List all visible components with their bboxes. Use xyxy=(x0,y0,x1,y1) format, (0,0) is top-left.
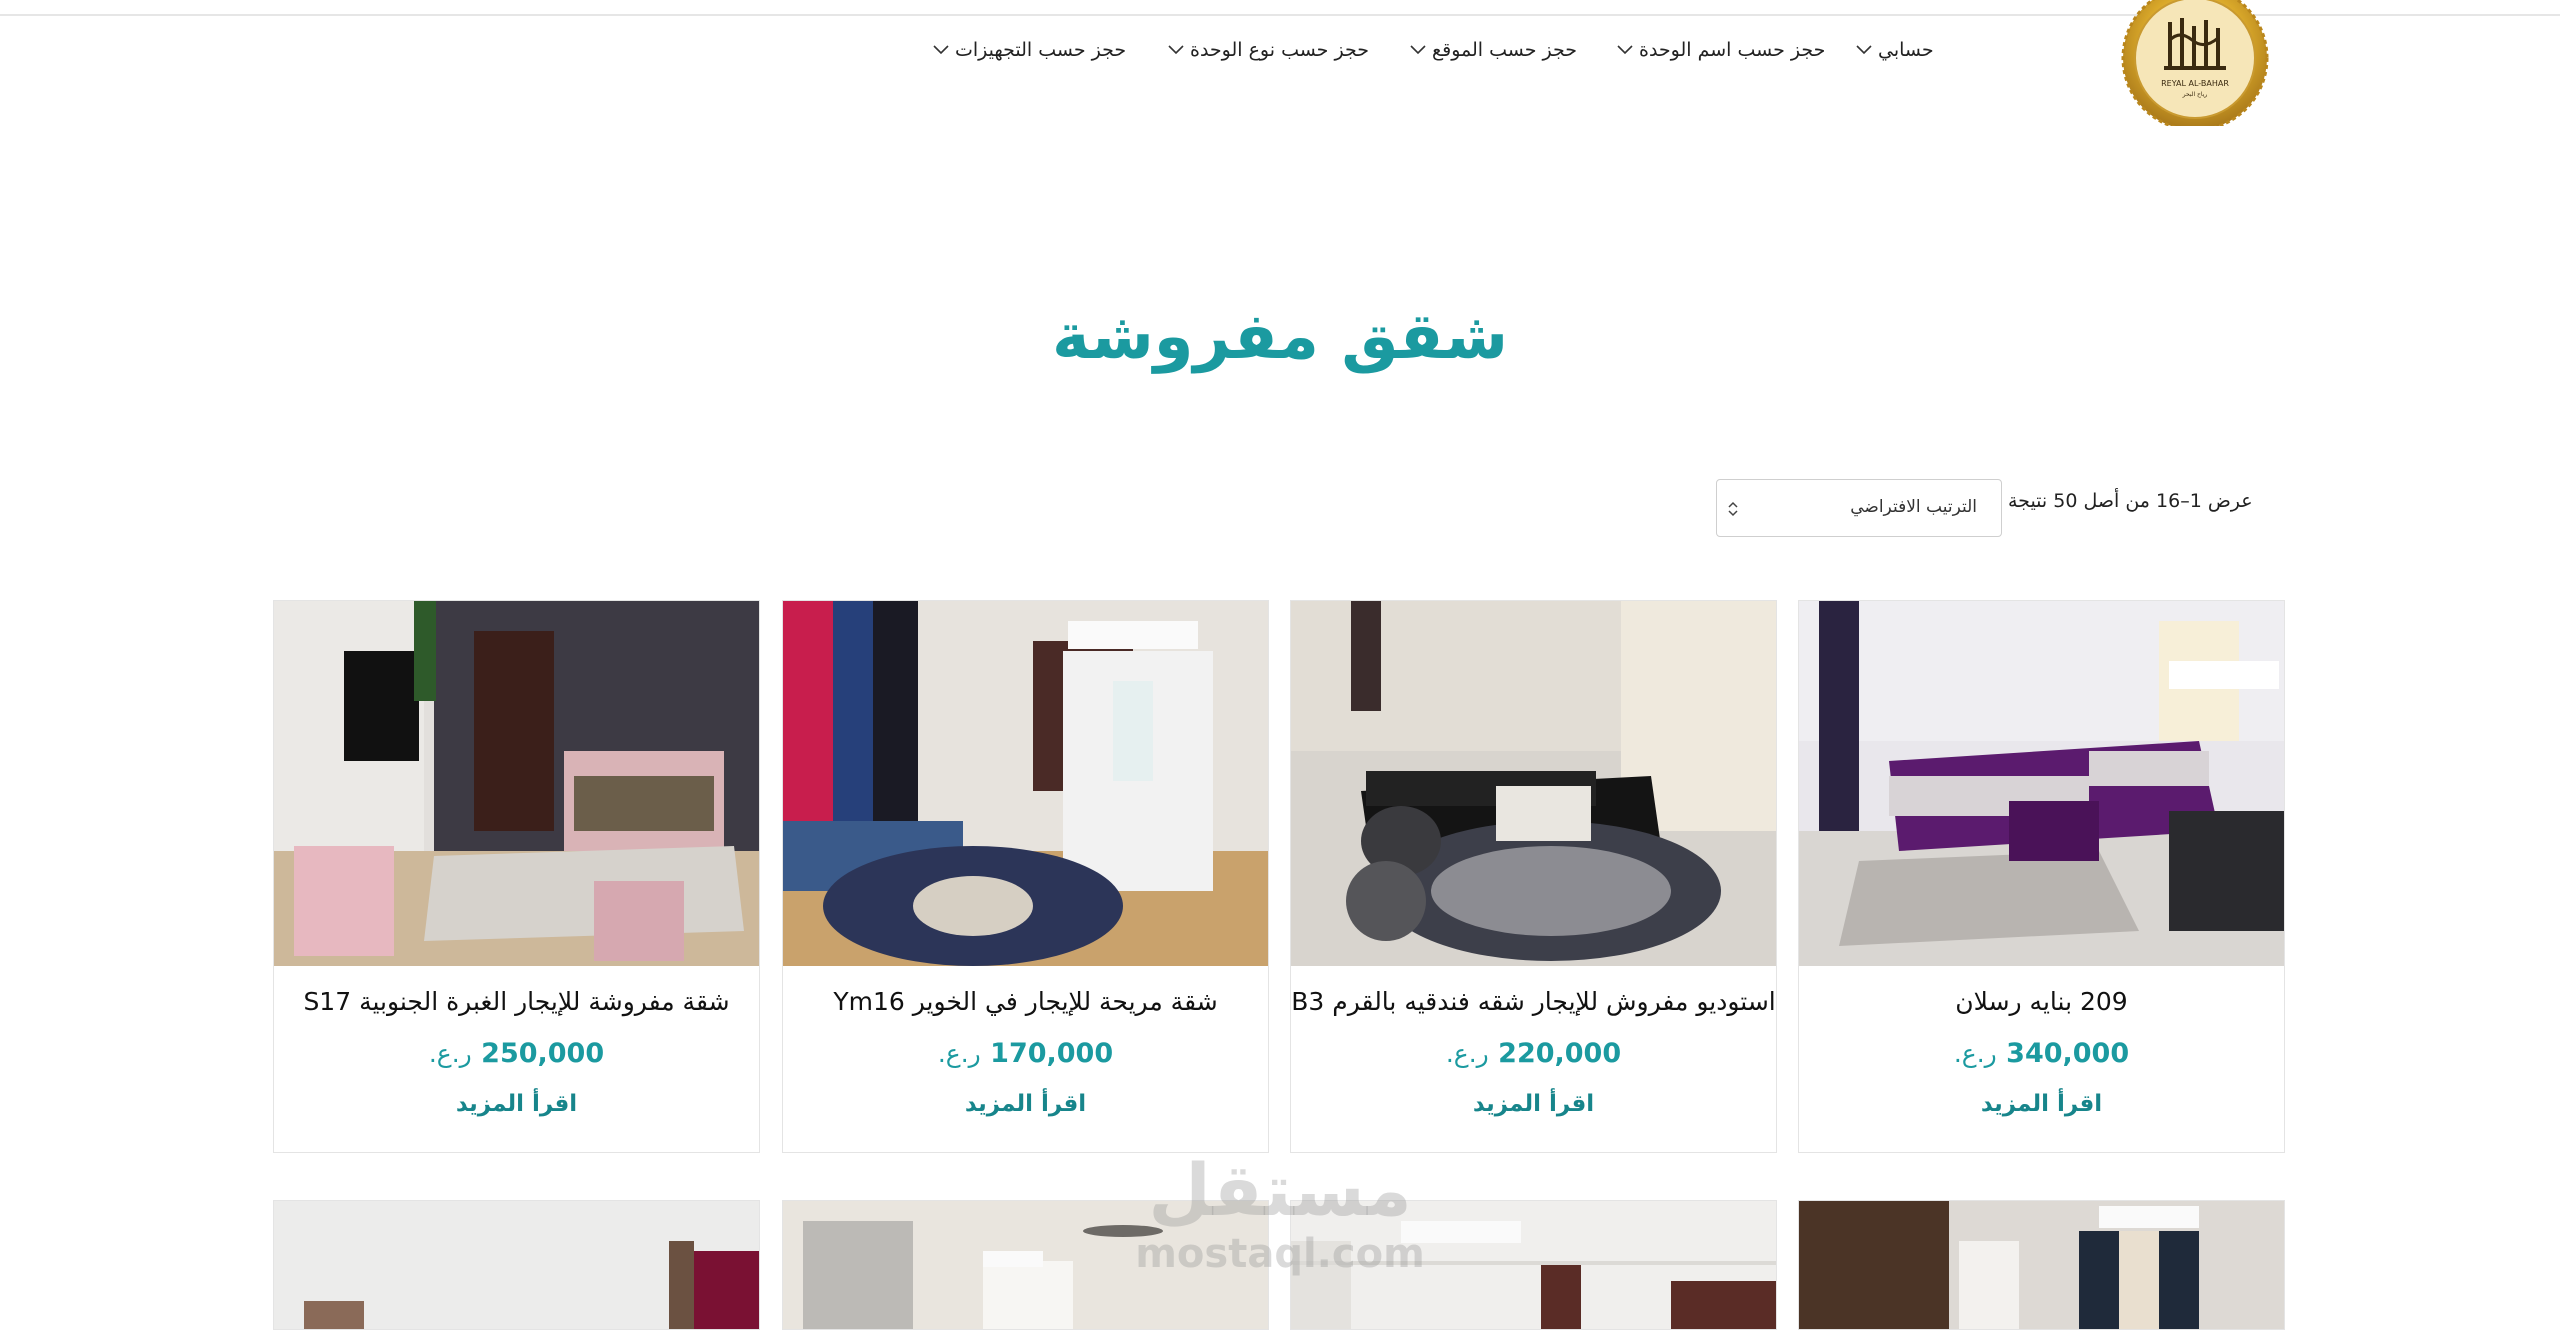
price-amount: 170,000 xyxy=(990,1038,1114,1069)
chevron-down-icon xyxy=(1856,45,1872,55)
result-count: عرض 1–16 من أصل 50 نتيجة xyxy=(2008,490,2253,512)
nav-label: حسابي xyxy=(1878,39,1934,61)
page-title: شقق مفروشة xyxy=(1052,300,1508,374)
logo-arabic-text: رياح البحر xyxy=(2182,91,2208,98)
price-currency: ر.ع. xyxy=(937,1039,981,1068)
product-card[interactable]: شقة مفروشة للإيجار الغبرة الجنوبية S17 2… xyxy=(273,600,760,1153)
sort-select[interactable]: الترتيب الافتراضي xyxy=(1716,479,2002,537)
product-price: 340,000 ر.ع. xyxy=(1799,1038,2284,1069)
chevron-down-icon xyxy=(1168,45,1184,55)
price-currency: ر.ع. xyxy=(428,1039,472,1068)
product-title[interactable]: شقة مريحة للإيجار في الخوير Ym16 xyxy=(783,987,1268,1016)
price-currency: ر.ع. xyxy=(1953,1039,1997,1068)
product-image[interactable] xyxy=(783,601,1268,966)
price-amount: 220,000 xyxy=(1498,1038,1622,1069)
product-price: 220,000 ر.ع. xyxy=(1291,1038,1776,1069)
watermark: مستقل mostaql.com xyxy=(1120,1150,1440,1320)
product-image[interactable] xyxy=(274,1201,759,1330)
nav-label: حجز حسب اسم الوحدة xyxy=(1639,39,1826,61)
price-currency: ر.ع. xyxy=(1445,1039,1489,1068)
nav-item-book-by-unit-name[interactable]: حجز حسب اسم الوحدة xyxy=(1617,30,1825,70)
sort-selected-value: الترتيب الافتراضي xyxy=(1850,497,1977,517)
nav-label: حجز حسب نوع الوحدة xyxy=(1190,39,1369,61)
chevron-down-icon xyxy=(1410,45,1426,55)
price-amount: 340,000 xyxy=(2006,1038,2130,1069)
read-more-link[interactable]: اقرأ المزيد xyxy=(783,1091,1268,1117)
nav-item-account[interactable]: حسابي xyxy=(1856,30,1934,70)
chevron-down-icon xyxy=(933,45,949,55)
watermark-latin: mostaql.com xyxy=(1135,1231,1425,1277)
product-card[interactable]: استوديو مفروش للإيجار شقه فندقيه بالقرم … xyxy=(1290,600,1777,1153)
logo-latin-text: REYAL AL-BAHAR xyxy=(2161,79,2229,88)
product-card[interactable]: شقة مريحة للإيجار في الخوير Ym16 170,000… xyxy=(782,600,1269,1153)
price-amount: 250,000 xyxy=(481,1038,605,1069)
nav-item-book-by-amenities[interactable]: حجز حسب التجهيزات xyxy=(933,30,1126,70)
product-price: 170,000 ر.ع. xyxy=(783,1038,1268,1069)
sort-arrows-icon xyxy=(1727,499,1739,519)
product-image[interactable] xyxy=(274,601,759,966)
read-more-link[interactable]: اقرأ المزيد xyxy=(1799,1091,2284,1117)
nav-item-book-by-unit-type[interactable]: حجز حسب نوع الوحدة xyxy=(1168,30,1369,70)
nav-label: حجز حسب التجهيزات xyxy=(955,39,1127,61)
product-card[interactable] xyxy=(1798,1200,2285,1330)
nav-item-book-by-location[interactable]: حجز حسب الموقع xyxy=(1410,30,1577,70)
read-more-link[interactable]: اقرأ المزيد xyxy=(1291,1091,1776,1117)
product-image[interactable] xyxy=(1799,1201,2284,1330)
product-card[interactable] xyxy=(273,1200,760,1330)
product-price: 250,000 ر.ع. xyxy=(274,1038,759,1069)
product-title[interactable]: شقة مفروشة للإيجار الغبرة الجنوبية S17 xyxy=(274,987,759,1016)
product-card[interactable]: 209 بنايه رسلان 340,000 ر.ع. اقرأ المزيد xyxy=(1798,600,2285,1153)
product-image[interactable] xyxy=(1291,601,1776,966)
site-logo[interactable]: REYAL AL-BAHAR رياح البحر xyxy=(2118,0,2272,126)
product-title[interactable]: 209 بنايه رسلان xyxy=(1799,987,2284,1016)
watermark-arabic: مستقل xyxy=(1148,1148,1412,1232)
product-image[interactable] xyxy=(1799,601,2284,966)
product-title[interactable]: استوديو مفروش للإيجار شقه فندقيه بالقرم … xyxy=(1291,987,1776,1016)
nav-label: حجز حسب الموقع xyxy=(1432,39,1577,61)
chevron-down-icon xyxy=(1617,45,1633,55)
read-more-link[interactable]: اقرأ المزيد xyxy=(274,1091,759,1117)
